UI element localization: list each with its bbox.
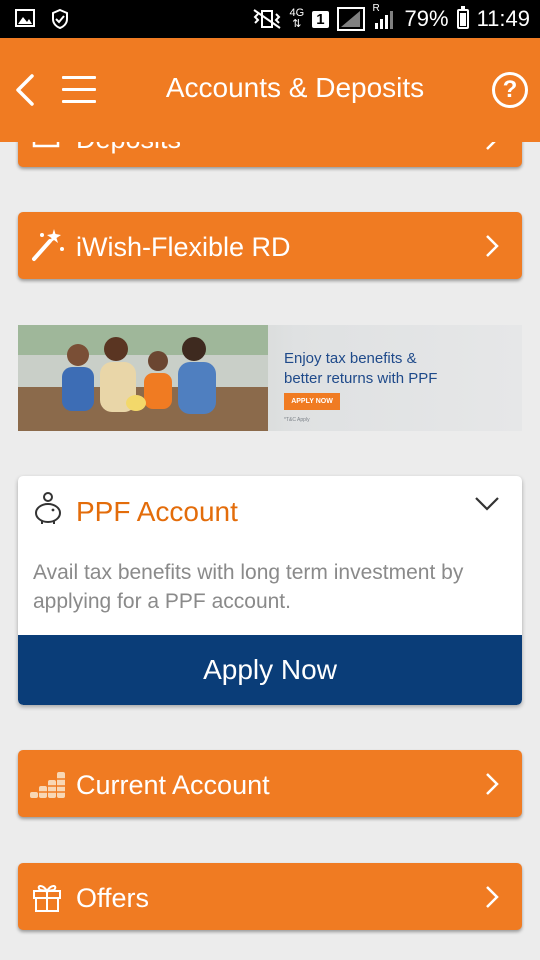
clock: 11:49: [476, 6, 530, 31]
family-photo: [18, 325, 268, 431]
ppf-card-description: Avail tax benefits with long term invest…: [33, 561, 464, 613]
back-arrow-icon[interactable]: [10, 70, 40, 110]
shield-check-icon: [52, 8, 68, 30]
menu-item-offers[interactable]: Offers: [18, 863, 522, 930]
chevron-right-icon: [486, 142, 496, 150]
chevron-right-icon: [486, 773, 499, 795]
ppf-card-title: PPF Account: [76, 496, 238, 527]
piggy-bank-icon: [35, 492, 61, 524]
menu-item-iwish-flexible-rd[interactable]: iWish-Flexible RD: [18, 212, 522, 279]
gift-icon: [33, 885, 61, 912]
menu-item-current-account[interactable]: Current Account: [18, 750, 522, 817]
coins-stack-icon: [30, 772, 65, 798]
banner-line-2: better returns with PPF: [284, 370, 438, 387]
chevron-down-icon[interactable]: [474, 496, 500, 512]
sim-indicator: 1: [312, 10, 329, 28]
status-bar: 4G ⇅ 1 R 79% 11:49: [0, 0, 540, 38]
gallery-icon: [15, 9, 35, 27]
banner-text: Enjoy tax benefits & better returns with…: [284, 349, 437, 389]
banner-fine-print: *T&C Apply: [284, 417, 310, 423]
banner-apply-now-button[interactable]: APPLY NOW: [284, 393, 340, 410]
menu-item-label: Current Account: [76, 770, 270, 800]
network-type-indicator: 4G ⇅: [289, 7, 305, 30]
app-bar: Accounts & Deposits ?: [0, 38, 540, 142]
signal-bars-icon: [374, 11, 393, 29]
hamburger-menu-icon[interactable]: [62, 76, 96, 104]
vibrate-icon: [252, 9, 281, 29]
signal-icon: [336, 7, 365, 31]
network-type-label: 4G: [289, 7, 305, 19]
banner-line-1: Enjoy tax benefits &: [284, 350, 417, 367]
deposits-icon: [32, 142, 60, 148]
menu-item-label: Offers: [76, 883, 150, 913]
ppf-account-card: PPF Account Avail tax benefits with long…: [18, 476, 522, 705]
roaming-signal-indicator: R: [373, 3, 397, 31]
magic-wand-icon: [32, 229, 64, 261]
ppf-promo-banner[interactable]: Enjoy tax benefits & better returns with…: [18, 325, 522, 431]
menu-item-label: Deposits: [76, 142, 181, 155]
menu-item-deposits[interactable]: Deposits: [18, 142, 522, 167]
help-icon[interactable]: ?: [492, 72, 528, 108]
battery-icon: [456, 6, 469, 29]
page-title: Accounts & Deposits: [165, 72, 425, 103]
battery-percent: 79%: [404, 6, 449, 31]
apply-now-button[interactable]: Apply Now: [18, 635, 522, 705]
chevron-right-icon: [486, 886, 499, 908]
menu-item-label: iWish-Flexible RD: [76, 232, 291, 262]
main-content[interactable]: Deposits iWish-Flexible RD: [0, 142, 540, 960]
chevron-right-icon: [486, 235, 499, 257]
